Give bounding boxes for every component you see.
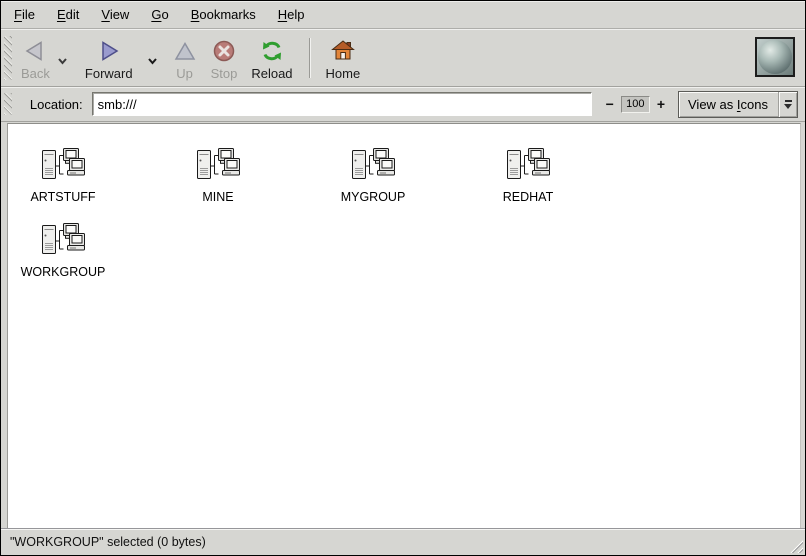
menu-bar: File Edit View Go Bookmarks Help (1, 1, 805, 29)
network-workgroup-icon (40, 222, 87, 260)
home-icon (331, 38, 355, 64)
back-icon (23, 38, 47, 64)
workgroup-item-mygroup[interactable]: MYGROUP (318, 147, 428, 204)
status-text: "WORKGROUP" selected (0 bytes) (10, 535, 206, 549)
reload-button[interactable]: Reload (244, 32, 299, 85)
menu-help[interactable]: Help (267, 2, 316, 27)
content-frame: ARTSTUFF (1, 122, 805, 528)
workgroup-item-label: ARTSTUFF (30, 190, 95, 204)
up-icon (173, 38, 197, 64)
forward-button[interactable]: Forward (78, 32, 140, 85)
workgroup-item-redhat[interactable]: REDHAT (473, 147, 583, 204)
menu-file[interactable]: File (3, 2, 46, 27)
icon-row: WORKGROUP (8, 222, 800, 279)
zoom-controls: − 100 + (603, 96, 668, 113)
forward-icon (97, 38, 121, 64)
menu-edit[interactable]: Edit (46, 2, 90, 27)
resize-grip[interactable] (786, 536, 803, 553)
view-as-dropdown[interactable]: View as Icons (678, 91, 798, 118)
back-button[interactable]: Back (14, 32, 57, 85)
location-bar-drag-handle[interactable] (4, 93, 12, 115)
workgroup-item-workgroup[interactable]: WORKGROUP (8, 222, 118, 279)
forward-history-dropdown-icon[interactable] (147, 52, 158, 70)
workgroup-item-label: MINE (202, 190, 233, 204)
menu-bookmarks[interactable]: Bookmarks (180, 2, 267, 27)
throbber-sphere-icon (758, 40, 792, 74)
zoom-level-indicator[interactable]: 100 (621, 96, 650, 113)
view-as-dropdown-arrow-icon[interactable] (778, 92, 797, 117)
up-button[interactable]: Up (166, 32, 204, 85)
file-manager-window: File Edit View Go Bookmarks Help Back Fo… (0, 0, 806, 556)
menu-go[interactable]: Go (140, 2, 179, 27)
icon-view[interactable]: ARTSTUFF (7, 123, 801, 528)
network-workgroup-icon (505, 147, 552, 185)
zoom-out-button[interactable]: − (603, 96, 617, 112)
stop-icon (212, 38, 236, 64)
network-workgroup-icon (350, 147, 397, 185)
status-bar: "WORKGROUP" selected (0 bytes) (1, 528, 805, 555)
workgroup-item-mine[interactable]: MINE (163, 147, 273, 204)
location-label: Location: (30, 97, 83, 112)
home-button[interactable]: Home (319, 32, 368, 85)
toolbar-drag-handle[interactable] (4, 36, 12, 80)
location-input[interactable] (92, 92, 592, 116)
zoom-in-button[interactable]: + (654, 96, 668, 112)
network-workgroup-icon (40, 147, 87, 185)
workgroup-item-label: MYGROUP (341, 190, 406, 204)
toolbar: Back Forward Up Stop (1, 29, 805, 87)
stop-button[interactable]: Stop (204, 32, 245, 85)
network-workgroup-icon (195, 147, 242, 185)
view-as-label: View as Icons (679, 92, 778, 117)
workgroup-item-label: REDHAT (503, 190, 553, 204)
location-bar: Location: − 100 + View as Icons (1, 87, 805, 122)
workgroup-item-artstuff[interactable]: ARTSTUFF (8, 147, 118, 204)
back-history-dropdown-icon[interactable] (57, 52, 68, 70)
workgroup-item-label: WORKGROUP (21, 265, 106, 279)
throbber (755, 37, 795, 77)
toolbar-separator (309, 38, 310, 78)
menu-view[interactable]: View (90, 2, 140, 27)
icon-row: ARTSTUFF (8, 147, 800, 204)
reload-icon (260, 38, 284, 64)
